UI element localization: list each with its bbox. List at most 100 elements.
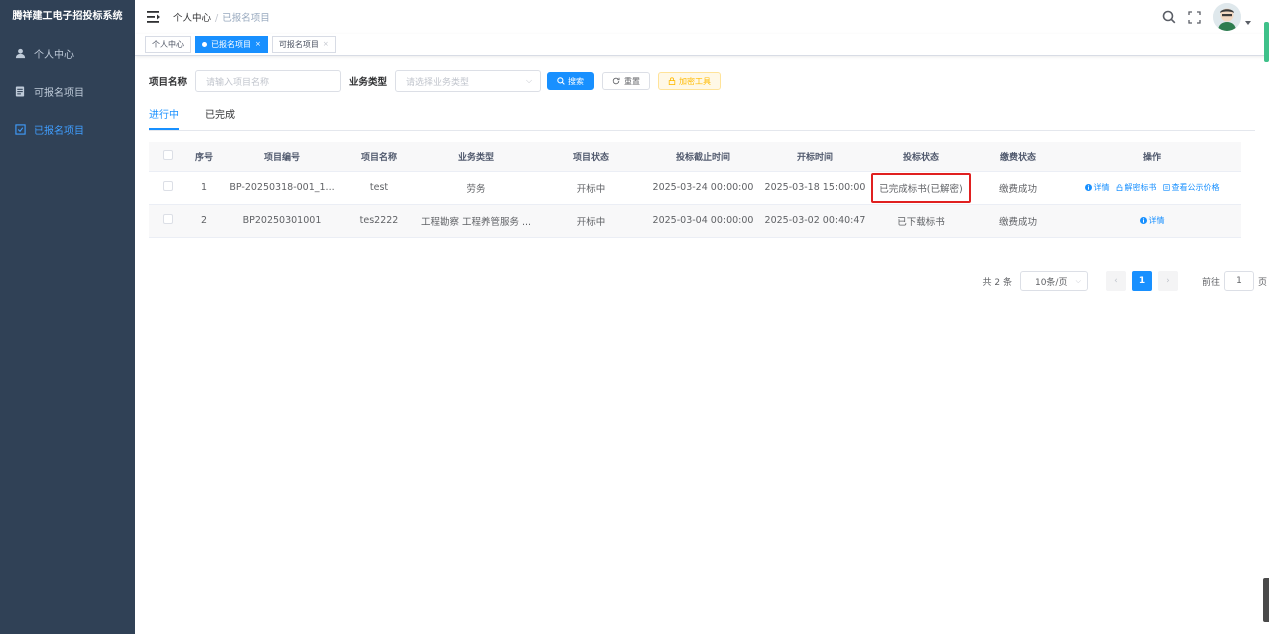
caret-down-icon[interactable] — [1245, 21, 1251, 25]
sidebar-item-label: 个人中心 — [34, 49, 74, 61]
cell-code: BP20250301001 — [221, 204, 343, 238]
tag-label: 已报名项目 — [211, 40, 251, 49]
cell-actions: 详情 — [1063, 204, 1241, 238]
info-icon — [1139, 217, 1147, 224]
encrypt-tool-button[interactable]: 加密工具 — [658, 72, 722, 90]
decrypt-bid-link[interactable]: 解密标书 — [1116, 182, 1157, 193]
col-header-type: 业务类型 — [415, 142, 537, 172]
sidebar-item-registered-projects[interactable]: 已报名项目 — [0, 110, 135, 148]
table-header-row: 序号 项目编号 项目名称 业务类型 项目状态 投标截止时间 开标时间 投标状态 … — [149, 142, 1241, 172]
cell-pay-status: 缴费成功 — [973, 171, 1063, 205]
col-header-pay-status: 缴费状态 — [973, 142, 1063, 172]
cell-type: 劳务 — [415, 171, 537, 205]
goto-page: 前往 1 页 — [1202, 271, 1267, 291]
cell-bid-status: 已完成标书(已解密) — [869, 171, 973, 205]
breadcrumb-home[interactable]: 个人中心 — [173, 13, 211, 24]
avatar-image — [1213, 3, 1241, 31]
chevron-down-icon: ⌵ — [525, 76, 533, 85]
encrypt-tool-label: 加密工具 — [679, 76, 712, 86]
cell-open-time: 2025-03-02 00:40:47 — [761, 204, 869, 238]
cell-pay-status: 缴费成功 — [973, 204, 1063, 238]
close-icon[interactable]: × — [255, 37, 261, 52]
tab-in-progress[interactable]: 进行中 — [149, 107, 179, 130]
side-widget-handle[interactable] — [1263, 578, 1269, 622]
business-type-label: 业务类型 — [349, 77, 388, 88]
tag-available-projects[interactable]: 可报名项目 × — [271, 36, 336, 53]
table-row: 2 BP20250301001 tes2222 工程勘察 工程养管服务 ... … — [149, 204, 1241, 238]
info-icon — [1084, 184, 1092, 191]
goto-label: 前往 — [1201, 277, 1220, 288]
main-area: 个人中心 / 已报名项目 个人中心 已报名项目 × 可报名项目 × 项目名称 请… — [135, 0, 1269, 634]
tab-completed[interactable]: 已完成 — [205, 107, 235, 130]
business-type-placeholder: 请选择业务类型 — [406, 77, 470, 88]
cell-index: 2 — [187, 204, 221, 238]
tag-personal-center[interactable]: 个人中心 — [145, 36, 191, 53]
document-icon — [14, 85, 26, 97]
checklist-icon — [14, 123, 26, 135]
row-checkbox[interactable] — [149, 171, 187, 205]
next-page-button[interactable]: › — [1157, 271, 1178, 291]
cell-status: 开标中 — [537, 171, 645, 205]
col-header-bid-status: 投标状态 — [869, 142, 973, 172]
page-number-1[interactable]: 1 — [1131, 271, 1152, 291]
reset-button-label: 重置 — [624, 76, 641, 86]
lock-icon — [668, 77, 676, 85]
business-type-select[interactable]: 请选择业务类型 ⌵ — [395, 70, 542, 92]
sidebar-item-personal-center[interactable]: 个人中心 — [0, 34, 135, 72]
search-icon — [557, 77, 565, 85]
sidebar-item-available-projects[interactable]: 可报名项目 — [0, 72, 135, 110]
select-all-checkbox[interactable] — [149, 142, 187, 172]
navbar-right — [1150, 3, 1251, 31]
pagination: 共 2 条 10条/页 ⌵ ‹ 1 › 前往 1 页 — [983, 271, 1267, 291]
tag-label: 个人中心 — [152, 40, 184, 49]
document-icon — [1162, 184, 1170, 191]
hamburger-icon[interactable] — [147, 11, 161, 23]
active-dot-icon — [202, 42, 207, 47]
user-icon — [14, 47, 26, 59]
details-link[interactable]: 详情 — [1139, 215, 1165, 226]
breadcrumb-current: 已报名项目 — [222, 13, 270, 24]
project-name-placeholder: 请输入项目名称 — [206, 77, 270, 88]
chevron-down-icon: ⌵ — [1075, 276, 1081, 285]
projects-table: 序号 项目编号 项目名称 业务类型 项目状态 投标截止时间 开标时间 投标状态 … — [149, 142, 1241, 238]
app-title: 腾祥建工电子招投标系统 — [12, 11, 123, 22]
scrollbar[interactable] — [1264, 22, 1269, 62]
decrypt-bid-label: 解密标书 — [1124, 183, 1157, 192]
avatar[interactable] — [1213, 3, 1241, 31]
breadcrumb-separator: / — [215, 13, 219, 24]
cell-type: 工程勘察 工程养管服务 ... — [415, 204, 537, 238]
cell-actions: 详情 解密标书 查看公示价格 — [1063, 171, 1241, 205]
close-icon[interactable]: × — [323, 37, 329, 52]
reset-button[interactable]: 重置 — [602, 72, 651, 90]
search-icon[interactable] — [1162, 10, 1176, 24]
row-checkbox[interactable] — [149, 204, 187, 238]
highlight-box: 已完成标书(已解密) — [871, 172, 971, 203]
cell-name: test — [343, 171, 415, 205]
cell-deadline: 2025-03-24 00:00:00 — [645, 171, 761, 205]
tags-view: 个人中心 已报名项目 × 可报名项目 × — [135, 34, 1269, 56]
status-tabs: 进行中 已完成 — [149, 107, 1255, 131]
page-size-select[interactable]: 10条/页 ⌵ — [1019, 271, 1088, 291]
details-link[interactable]: 详情 — [1084, 182, 1110, 193]
bid-status-text: 已完成标书(已解密) — [879, 183, 963, 195]
view-public-price-label: 查看公示价格 — [1171, 183, 1220, 192]
col-header-deadline: 投标截止时间 — [645, 142, 761, 172]
project-name-input[interactable]: 请输入项目名称 — [195, 70, 342, 92]
unlock-icon — [1116, 184, 1122, 191]
details-label: 详情 — [1093, 183, 1110, 192]
page-size-value: 10条/页 — [1034, 277, 1068, 288]
view-public-price-link[interactable]: 查看公示价格 — [1162, 182, 1220, 193]
sidebar-item-label: 可报名项目 — [34, 87, 84, 99]
pagination-total: 共 2 条 — [982, 277, 1012, 288]
tag-registered-projects[interactable]: 已报名项目 × — [195, 36, 268, 53]
refresh-icon — [612, 77, 620, 85]
search-button[interactable]: 搜索 — [547, 72, 595, 90]
prev-page-button[interactable]: ‹ — [1105, 271, 1126, 291]
col-header-code: 项目编号 — [221, 142, 343, 172]
fullscreen-icon[interactable] — [1188, 10, 1201, 24]
col-header-index: 序号 — [187, 142, 221, 172]
cell-status: 开标中 — [537, 204, 645, 238]
goto-page-input[interactable]: 1 — [1223, 271, 1254, 291]
sidebar-item-label: 已报名项目 — [34, 125, 84, 137]
cell-bid-status: 已下载标书 — [869, 204, 973, 238]
